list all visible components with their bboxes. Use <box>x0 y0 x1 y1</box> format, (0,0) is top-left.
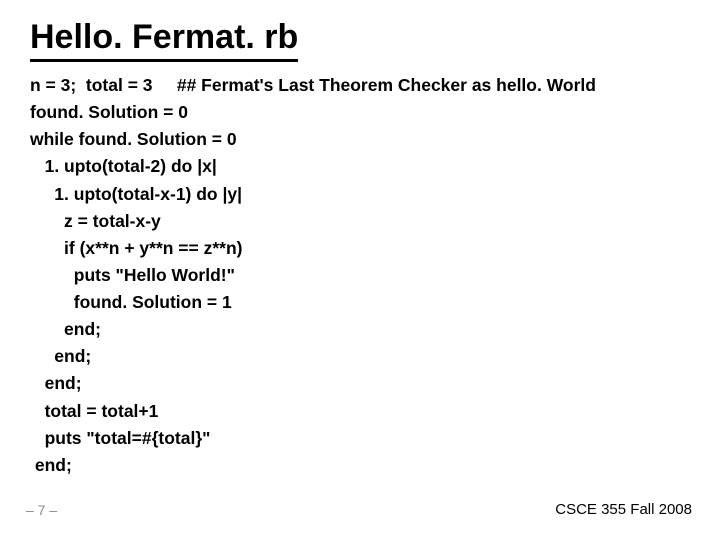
footer-course: CSCE 355 Fall 2008 <box>555 501 692 518</box>
footer-page-number: – 7 – <box>26 502 57 518</box>
code-block: n = 3; total = 3 ## Fermat's Last Theore… <box>30 72 690 479</box>
slide-title: Hello. Fermat. rb <box>30 18 298 62</box>
